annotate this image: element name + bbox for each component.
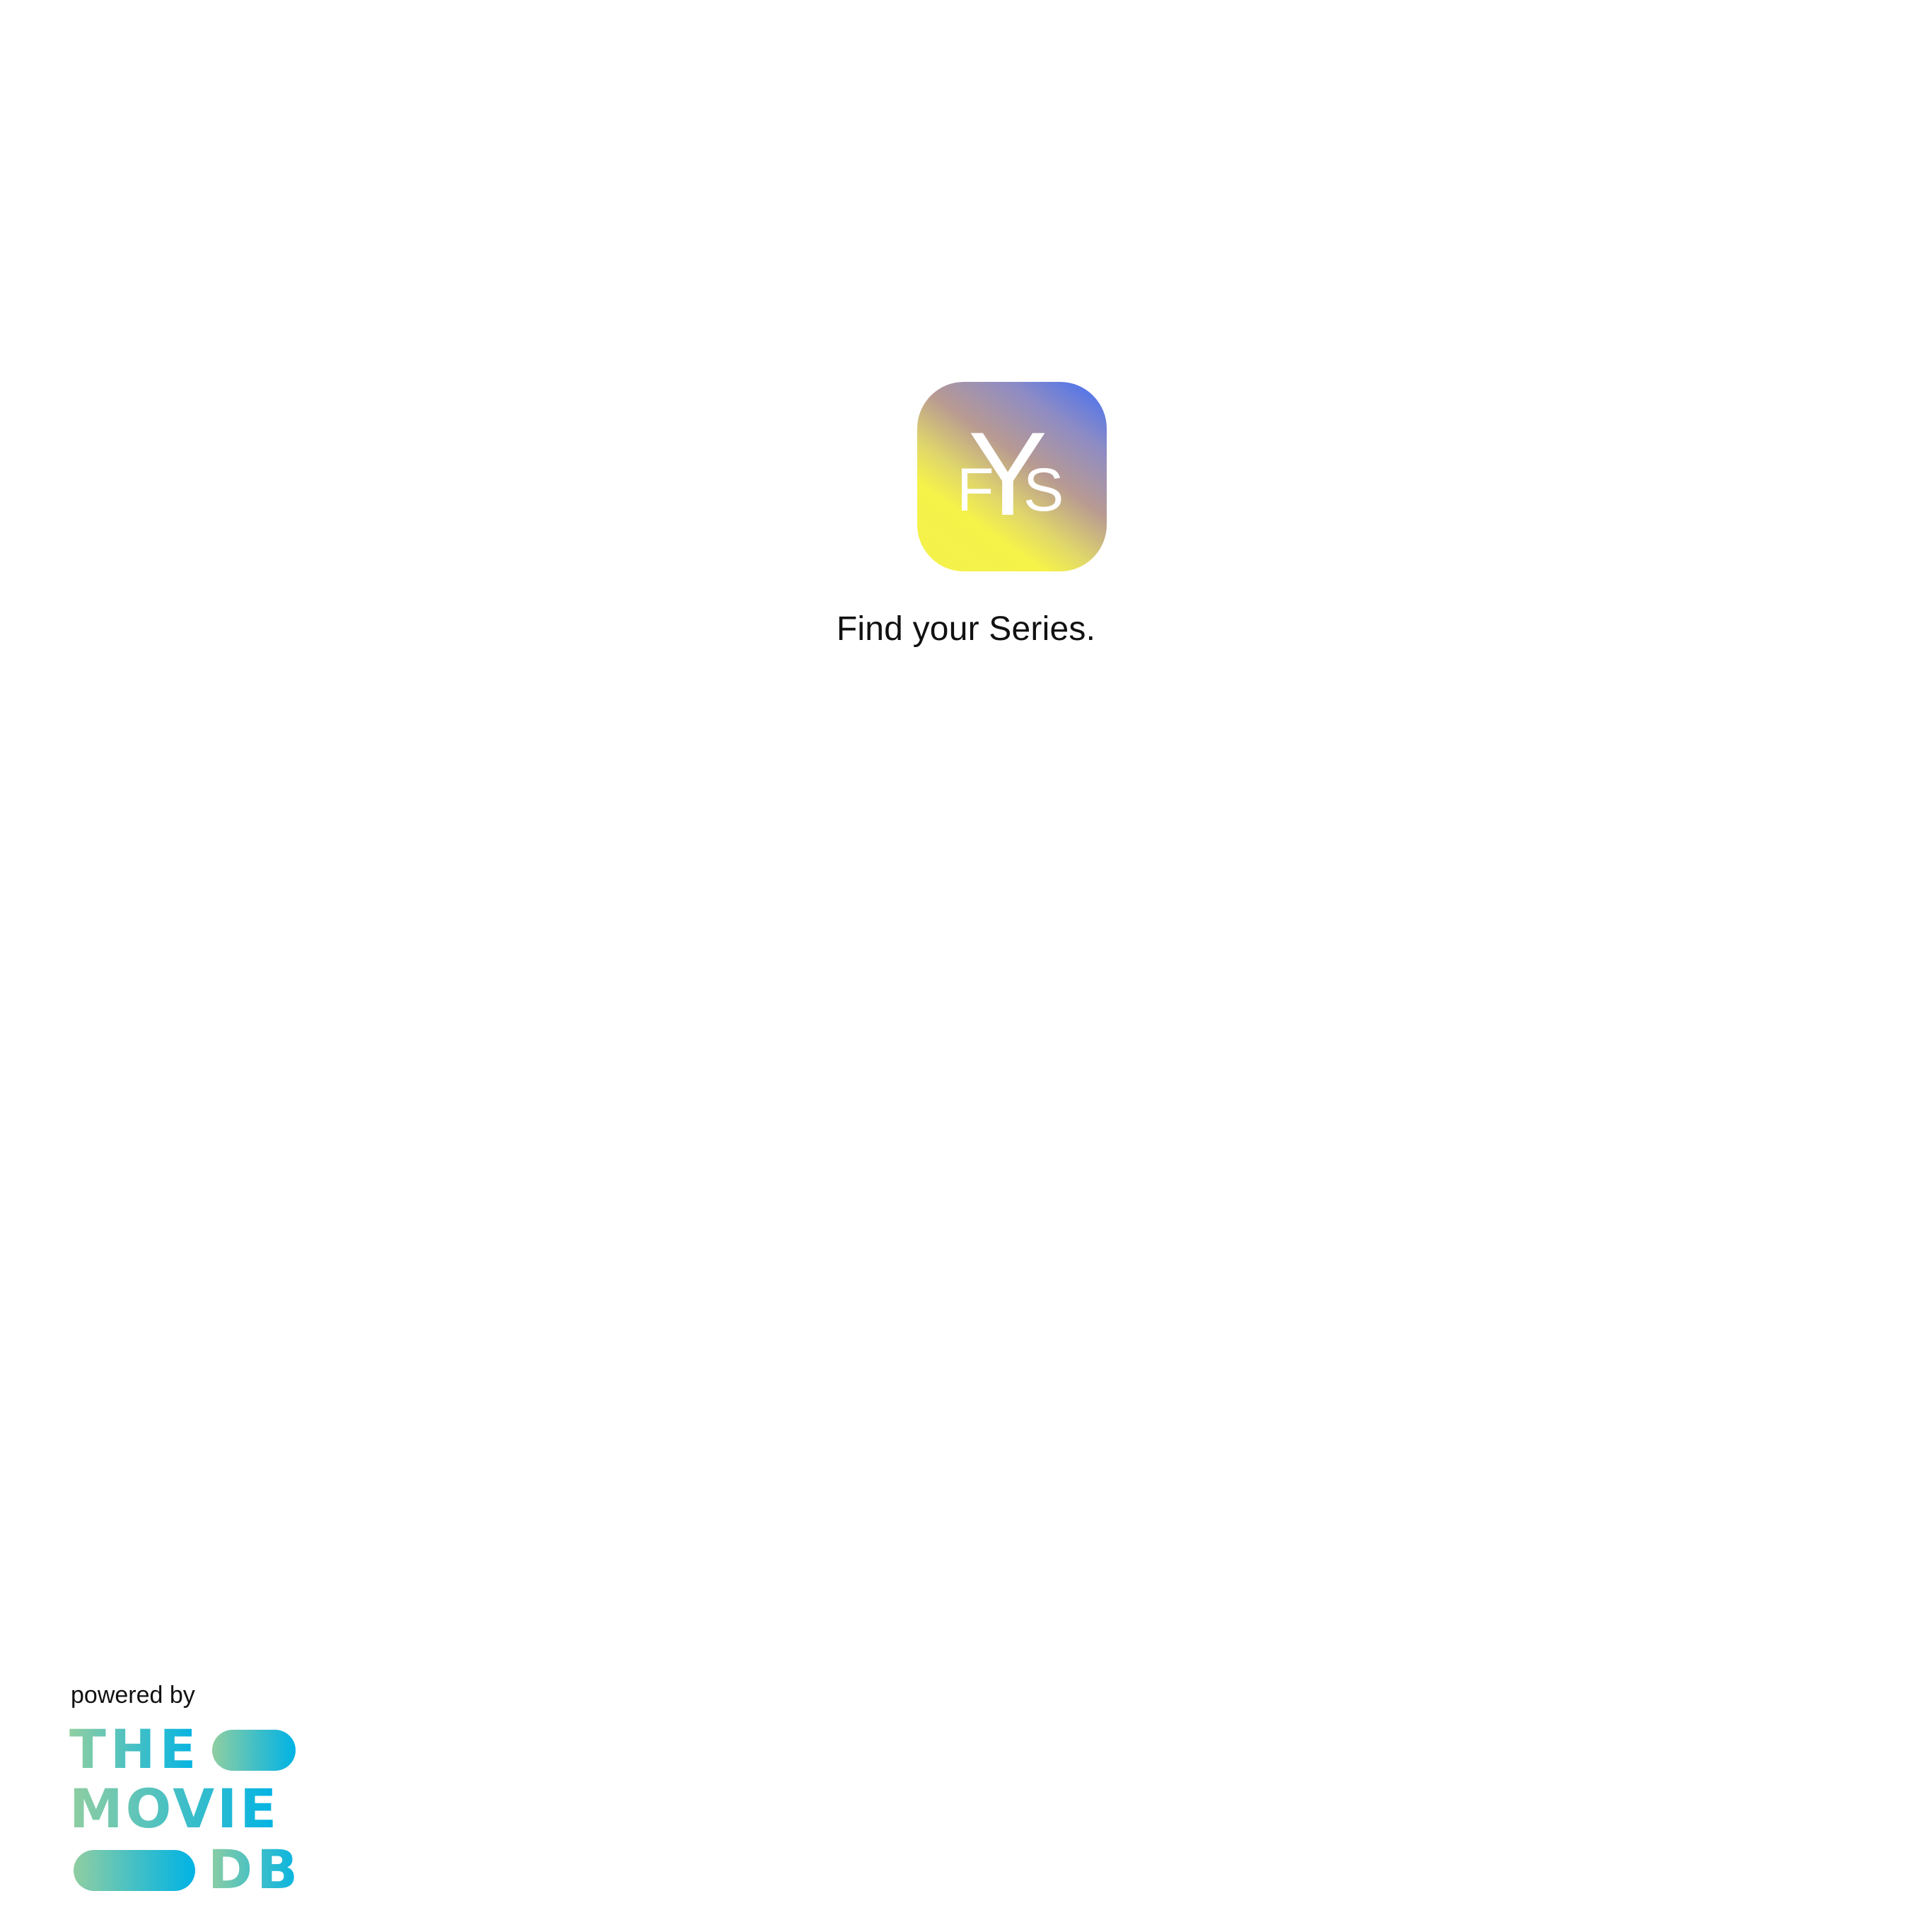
fys-logo-icon: F Y S <box>957 407 1064 540</box>
app-logo-icon: F Y S <box>917 382 1107 571</box>
app-tagline: Find your Series. <box>836 610 1096 648</box>
tmdb-pill-bottom <box>74 1850 195 1891</box>
tmdb-text-db: DB <box>208 1838 298 1897</box>
splash-screen: F Y S Find your Series. powered by THE M… <box>0 0 1932 1932</box>
tmdb-text-the: THE <box>69 1724 200 1781</box>
tmdb-logo-icon: THE MOVIE DB <box>69 1718 298 1901</box>
tmdb-text-movie: MOVIE <box>69 1777 279 1840</box>
tmdb-pill-top <box>212 1730 296 1771</box>
tmdb-logo[interactable]: THE MOVIE DB <box>69 1718 298 1901</box>
powered-by-label: powered by <box>71 1682 195 1709</box>
logo-letter-s: S <box>1023 456 1064 524</box>
